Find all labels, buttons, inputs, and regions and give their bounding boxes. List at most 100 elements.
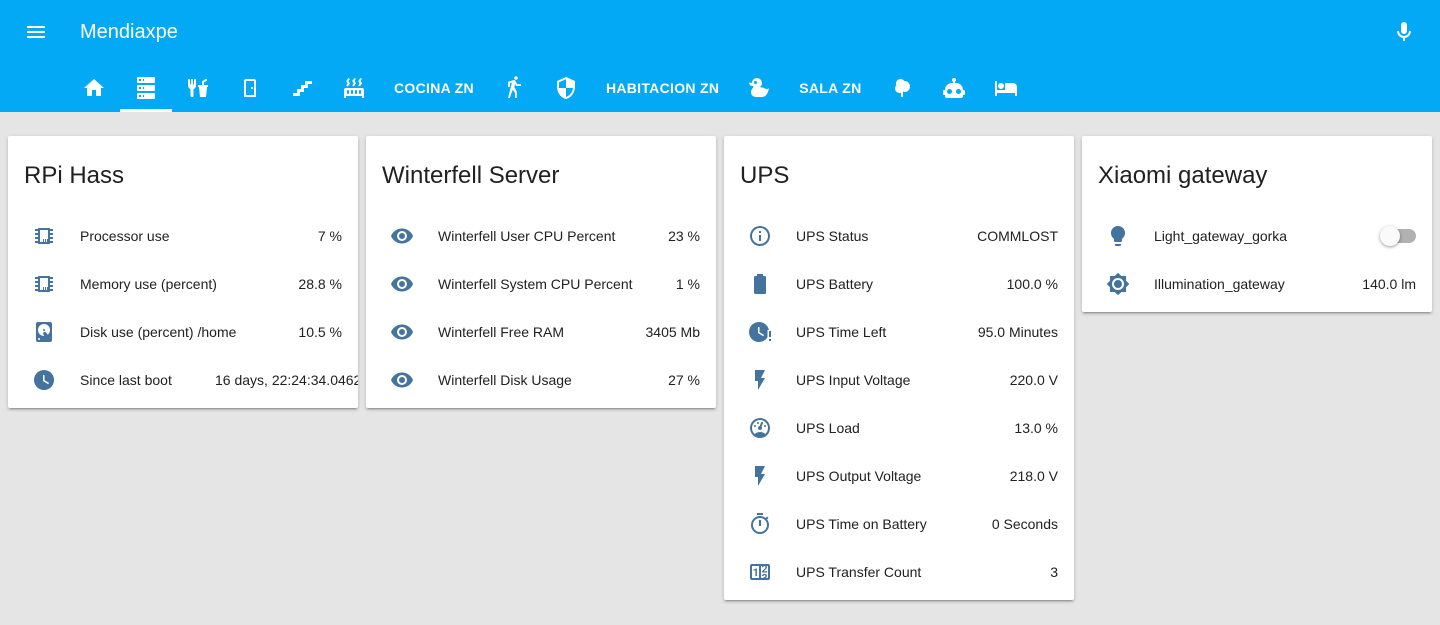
entity-row[interactable]: Since last boot 16 days, 22:24:34.046281	[24, 356, 358, 404]
entity-value: 0 Seconds	[991, 516, 1058, 532]
tab-door[interactable]	[224, 64, 276, 112]
entity-label: Light_gateway_gorka	[1154, 228, 1288, 244]
clock-icon	[24, 360, 64, 400]
entity-value: 27 %	[668, 372, 700, 388]
entity-row[interactable]: Winterfell User CPU Percent 23 %	[382, 212, 700, 260]
menu-icon[interactable]	[24, 20, 48, 44]
eye-icon	[382, 216, 422, 256]
entity-value: 218.0 V	[1009, 468, 1058, 484]
entity-label: Illumination_gateway	[1154, 276, 1285, 292]
entity-value: 220.0 V	[1009, 372, 1058, 388]
entity-value: 13.0 %	[1014, 420, 1058, 436]
entity-row[interactable]: UPS Time Left 95.0 Minutes	[740, 308, 1058, 356]
entity-label: Winterfell Disk Usage	[438, 372, 572, 388]
entity-value: 16 days, 22:24:34.046281	[215, 372, 358, 388]
entity-row[interactable]: Memory use (percent) 28.8 %	[24, 260, 342, 308]
tab-server[interactable]	[120, 64, 172, 112]
home-icon	[84, 79, 104, 96]
entity-label: UPS Time on Battery	[796, 516, 927, 532]
entity-row[interactable]: UPS Load 13.0 %	[740, 404, 1058, 452]
entity-label: Disk use (percent) /home	[80, 324, 237, 340]
entity-row[interactable]: Disk use (percent) /home 10.5 %	[24, 308, 342, 356]
tab-sofa[interactable]	[980, 64, 1032, 112]
tab-food[interactable]	[172, 64, 224, 112]
eye-icon	[382, 312, 422, 352]
clock-alert-icon	[740, 312, 780, 352]
counter-icon	[740, 552, 780, 592]
tab-tree[interactable]	[876, 64, 928, 112]
microphone-icon[interactable]	[1392, 20, 1416, 44]
tab-habitacion-zn[interactable]: HABITACION ZN	[592, 64, 733, 112]
flash-icon	[740, 456, 780, 496]
tab-sala-zn[interactable]: SALA ZN	[785, 64, 875, 112]
entity-row[interactable]: Processor use 7 %	[24, 212, 342, 260]
information-icon	[740, 216, 780, 256]
entity-row[interactable]: UPS Output Voltage 218.0 V	[740, 452, 1058, 500]
entity-value: 1 %	[675, 276, 700, 292]
entity-row[interactable]: UPS Battery 100.0 %	[740, 260, 1058, 308]
view-tabs: COCINA ZN HABITACION ZN SALA ZN	[68, 64, 1032, 112]
entity-label: UPS Status	[796, 228, 869, 244]
light-toggle-switch[interactable]	[1380, 226, 1416, 246]
timer-icon	[740, 504, 780, 544]
tab-robot[interactable]	[928, 64, 980, 112]
tab-walk[interactable]	[488, 64, 540, 112]
gauge-icon	[740, 408, 780, 448]
entity-row[interactable]: UPS Status COMMLOST	[740, 212, 1058, 260]
entity-row[interactable]: Winterfell Free RAM 3405 Mb	[382, 308, 700, 356]
walk-icon	[507, 76, 521, 98]
door-icon	[244, 79, 256, 97]
server-icon	[137, 77, 155, 99]
radiator-icon	[344, 78, 364, 98]
harddisk-icon	[24, 312, 64, 352]
chip-icon	[24, 264, 64, 304]
flash-icon	[740, 360, 780, 400]
entity-row[interactable]: UPS Transfer Count 3	[740, 548, 1058, 596]
card-winterfell-server: Winterfell Server Winterfell User CPU Pe…	[366, 136, 716, 408]
entity-row[interactable]: UPS Input Voltage 220.0 V	[740, 356, 1058, 404]
card-rpi-hass: RPi Hass Processor use 7 % Memory use (p…	[8, 136, 358, 408]
tab-duck[interactable]	[733, 64, 785, 112]
duck-icon	[749, 78, 770, 97]
eye-icon	[382, 360, 422, 400]
food-fork-drink-icon	[188, 78, 208, 97]
card-xiaomi-gateway: Xiaomi gateway Light_gateway_gorka Illum…	[1082, 136, 1432, 312]
entity-label: Processor use	[80, 228, 170, 244]
entity-value: 23 %	[668, 228, 700, 244]
entity-label: UPS Load	[796, 420, 860, 436]
app-title: Mendiaxpe	[80, 21, 178, 43]
tab-radiator[interactable]	[328, 64, 380, 112]
entity-value: 3	[1050, 564, 1058, 580]
entity-label: Winterfell System CPU Percent	[438, 276, 633, 292]
entity-label: Winterfell Free RAM	[438, 324, 565, 340]
app-toolbar: Mendiaxpe COCINA ZN HABITACION ZN SALA Z…	[0, 0, 1440, 112]
card-title: UPS	[740, 162, 790, 189]
tab-cocina-zn[interactable]: COCINA ZN	[380, 64, 488, 112]
entity-value: 95.0 Minutes	[977, 324, 1058, 340]
tab-home[interactable]	[68, 64, 120, 112]
entity-label: Winterfell User CPU Percent	[438, 228, 616, 244]
entity-label: UPS Output Voltage	[796, 468, 922, 484]
entity-value: 28.8 %	[298, 276, 342, 292]
toggle-thumb	[1380, 226, 1400, 246]
card-title: RPi Hass	[24, 162, 125, 189]
shield-icon	[556, 77, 575, 99]
entity-value: COMMLOST	[977, 228, 1058, 244]
entity-row[interactable]: UPS Time on Battery 0 Seconds	[740, 500, 1058, 548]
entity-value: 7 %	[317, 228, 342, 244]
tab-stairs[interactable]	[276, 64, 328, 112]
entity-value: 3405 Mb	[645, 324, 700, 340]
entity-label: UPS Input Voltage	[796, 372, 911, 388]
entity-row[interactable]: Illumination_gateway 140.0 lm	[1098, 260, 1416, 308]
entity-row[interactable]: Winterfell System CPU Percent 1 %	[382, 260, 700, 308]
sofa-icon	[994, 81, 1017, 96]
tab-security[interactable]	[540, 64, 592, 112]
card-title: Xiaomi gateway	[1098, 162, 1268, 189]
entity-row[interactable]: Light_gateway_gorka	[1098, 212, 1416, 260]
card-title: Winterfell Server	[382, 162, 560, 189]
lightbulb-icon	[1098, 216, 1138, 256]
battery-icon	[740, 264, 780, 304]
tree-icon	[894, 79, 910, 97]
robot-icon	[942, 78, 965, 98]
entity-row[interactable]: Winterfell Disk Usage 27 %	[382, 356, 700, 404]
